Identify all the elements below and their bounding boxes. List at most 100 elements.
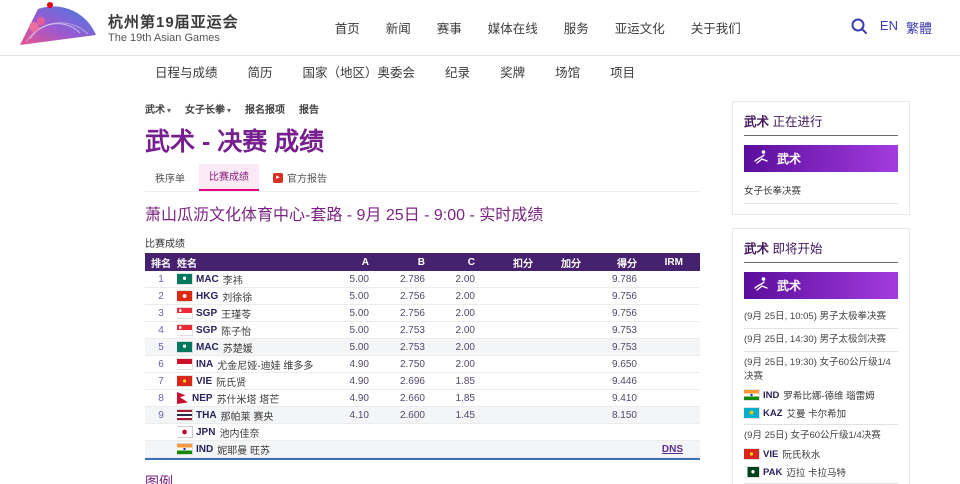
live-now-panel: 武术 正在进行 武术 女子长拳决赛	[732, 101, 910, 215]
table-row: 1 MAC李祎 5.002.7862.009.786	[145, 271, 700, 288]
upcoming-panel: 武术 即将开始 武术 (9月 25日, 10:05) 男子太极拳决赛 (9月 2…	[732, 228, 910, 484]
table-row: 7 VIE阮氏贤 4.902.6961.859.446	[145, 373, 700, 390]
site-title-cn: 杭州第19届亚运会	[108, 11, 239, 32]
table-row: 4 SGP陈子怡 5.002.7532.009.753	[145, 322, 700, 339]
flag-icon	[177, 444, 192, 454]
wushu-pictogram-icon	[753, 149, 769, 168]
table-row: 9 THA那帕莱 赛央 4.102.6001.458.150	[145, 407, 700, 424]
breadcrumb-sport-dropdown[interactable]: 武术	[145, 101, 171, 116]
table-row: 2 HKG刘徐徐 5.002.7562.009.756	[145, 288, 700, 305]
flag-icon	[744, 408, 759, 418]
chevron-down-icon	[165, 105, 171, 116]
live-now-heading: 武术 正在进行	[744, 111, 898, 136]
subnav-schedule-results[interactable]: 日程与成绩	[155, 62, 218, 81]
flag-icon	[177, 392, 188, 404]
upcoming-event: (9月 25日, 19:30) 女子60公斤级1/4决赛 IND罗希比娜-德维 …	[744, 352, 898, 425]
site-title-en: The 19th Asian Games	[108, 32, 239, 44]
games-fan-logo-icon	[14, 1, 98, 54]
secondary-nav: 日程与成绩 简历 国家（地区）奥委会 纪录 奖牌 场馆 项目	[0, 56, 960, 87]
subnav-venues[interactable]: 场馆	[555, 62, 580, 81]
site-logo[interactable]: 杭州第19届亚运会 The 19th Asian Games	[14, 1, 239, 54]
col-irm: IRM	[643, 257, 689, 268]
flag-icon	[744, 467, 759, 477]
flag-icon	[177, 308, 192, 318]
col-rank: 排名	[145, 255, 177, 270]
col-deduction: 扣分	[481, 255, 539, 270]
upcoming-heading: 武术 即将开始	[744, 238, 898, 263]
col-a: A	[329, 257, 375, 268]
flag-icon	[177, 325, 192, 335]
flag-icon	[177, 376, 192, 386]
flag-icon	[177, 427, 192, 437]
col-bonus: 加分	[539, 255, 587, 270]
tab-results[interactable]: 比赛成绩	[199, 164, 259, 191]
flag-icon	[177, 291, 192, 301]
flag-icon	[177, 274, 192, 284]
upcoming-event-link[interactable]: (9月 25日, 10:05) 男子太极拳决赛	[744, 310, 898, 324]
upcoming-athlete: PAK迈拉 卡拉马特	[744, 465, 898, 479]
table-row: 3 SGP王瑾苓 5.002.7562.009.756	[145, 305, 700, 322]
flag-icon	[177, 342, 192, 352]
lang-tc-link[interactable]: 繁體	[906, 18, 932, 37]
table-row: JPN池内佳奈	[145, 424, 700, 441]
breadcrumb-entries-link[interactable]: 报名报项	[245, 101, 285, 116]
search-icon	[850, 17, 868, 38]
subnav-records[interactable]: 纪录	[445, 62, 470, 81]
nav-news[interactable]: 新闻	[386, 18, 411, 37]
dns-link[interactable]: DNS	[662, 444, 683, 455]
wushu-sport-card[interactable]: 武术	[744, 272, 898, 299]
live-event-link[interactable]: 女子长拳决赛	[744, 179, 898, 204]
nav-about[interactable]: 关于我们	[691, 18, 741, 37]
search-button[interactable]	[850, 17, 868, 38]
table-row: 8 NEP苏什米塔 塔芒 4.902.6601.859.410	[145, 390, 700, 407]
upcoming-event-link[interactable]: (9月 25日) 女子60公斤级1/4决赛	[744, 429, 898, 443]
lang-en-link[interactable]: EN	[880, 18, 898, 37]
upcoming-athlete: VIE阮氏秋水	[744, 447, 898, 461]
subnav-profiles[interactable]: 简历	[248, 62, 273, 81]
main-nav: 首页 新闻 赛事 媒体在线 服务 亚运文化 关于我们	[335, 18, 741, 37]
top-header: 杭州第19届亚运会 The 19th Asian Games 首页 新闻 赛事 …	[0, 0, 960, 56]
flag-icon	[177, 410, 192, 420]
flag-icon	[744, 449, 759, 459]
table-row: 5 MAC苏楚媛 5.002.7532.009.753	[145, 339, 700, 356]
table-row: 6 INA尤金尼娅-迪娃 维多多 4.902.7502.009.650	[145, 356, 700, 373]
venue-session-line: 萧山瓜沥文化体育中心-套路 - 9月 25日 - 9:00 - 实时成绩	[145, 201, 700, 225]
upcoming-event-link[interactable]: (9月 25日, 14:30) 男子太极剑决赛	[744, 333, 898, 347]
report-file-icon	[273, 173, 283, 183]
table-header-row: 排名 姓名 A B C 扣分 加分 得分 IRM	[145, 253, 700, 271]
nav-competition[interactable]: 赛事	[437, 18, 462, 37]
upcoming-event: (9月 25日) 女子60公斤级1/4决赛 VIE阮氏秋水 PAK迈拉 卡拉马特	[744, 425, 898, 484]
upcoming-event-link[interactable]: (9月 25日, 19:30) 女子60公斤级1/4决赛	[744, 356, 898, 384]
nav-culture[interactable]: 亚运文化	[615, 18, 665, 37]
nav-media[interactable]: 媒体在线	[488, 18, 538, 37]
col-c: C	[431, 257, 481, 268]
legend-title: 图例	[145, 472, 700, 484]
subnav-nocs[interactable]: 国家（地区）奥委会	[303, 62, 416, 81]
wushu-sport-card[interactable]: 武术	[744, 145, 898, 172]
result-tabs: 秩序单 比赛成绩 官方报告	[145, 164, 700, 192]
breadcrumb-report-link[interactable]: 报告	[299, 101, 319, 116]
upcoming-athlete: KAZ艾曼 卡尔希加	[744, 406, 898, 420]
tab-order-list[interactable]: 秩序单	[145, 166, 195, 191]
tab-official-report[interactable]: 官方报告	[263, 166, 337, 191]
upcoming-event: (9月 25日, 10:05) 男子太极拳决赛	[744, 306, 898, 329]
table-caption: 比赛成绩	[145, 235, 700, 250]
chevron-down-icon	[225, 105, 231, 116]
flag-icon	[744, 390, 759, 400]
nav-services[interactable]: 服务	[564, 18, 589, 37]
upcoming-athlete: IND罗希比娜-德维 瑙雷姆	[744, 388, 898, 402]
flag-icon	[177, 359, 192, 369]
col-name: 姓名	[177, 255, 329, 270]
wushu-pictogram-icon	[753, 276, 769, 295]
page-title: 武术 - 决赛 成绩	[145, 122, 700, 158]
breadcrumb: 武术 女子长拳 报名报项 报告	[145, 101, 700, 116]
breadcrumb-event-dropdown[interactable]: 女子长拳	[185, 101, 231, 116]
col-score: 得分	[587, 255, 643, 270]
subnav-sports[interactable]: 项目	[610, 62, 635, 81]
table-row: IND妮耶曼 旺苏 DNS	[145, 441, 700, 458]
subnav-medals[interactable]: 奖牌	[500, 62, 525, 81]
results-table: 排名 姓名 A B C 扣分 加分 得分 IRM 1 MAC李祎 5.002.7…	[145, 253, 700, 460]
upcoming-event: (9月 25日, 14:30) 男子太极剑决赛	[744, 329, 898, 352]
col-b: B	[375, 257, 431, 268]
nav-home[interactable]: 首页	[335, 18, 360, 37]
